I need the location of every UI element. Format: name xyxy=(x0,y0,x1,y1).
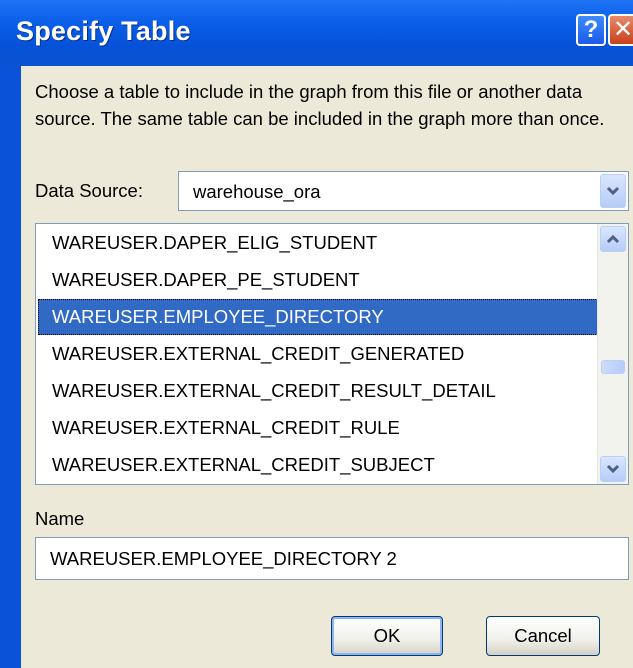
table-list[interactable]: WAREUSER.DAPER_ELIG_STUDENT WAREUSER.DAPE… xyxy=(35,223,629,485)
help-button[interactable]: ? xyxy=(576,14,606,46)
table-list-item[interactable]: WAREUSER.DAPER_PE_STUDENT xyxy=(38,262,598,298)
name-input[interactable] xyxy=(35,537,629,580)
specify-table-dialog: Specify Table ? ✕ Choose a table to incl… xyxy=(0,0,633,668)
table-list-item[interactable]: WAREUSER.DAPER_ELIG_STUDENT xyxy=(38,225,598,261)
data-source-value: warehouse_ora xyxy=(193,181,321,202)
chevron-down-icon xyxy=(606,464,620,474)
ok-button[interactable]: OK xyxy=(331,616,443,656)
scroll-down-button[interactable] xyxy=(600,456,626,482)
name-label: Name xyxy=(35,508,85,529)
dialog-title: Specify Table xyxy=(16,16,191,46)
table-list-item[interactable]: WAREUSER.EXTERNAL_CREDIT_RULE xyxy=(38,410,598,446)
table-list-item[interactable]: WAREUSER.EXTERNAL_CREDIT_SUBJECT xyxy=(38,447,598,483)
data-source-dropdown-button[interactable] xyxy=(600,174,626,208)
close-button[interactable]: ✕ xyxy=(608,14,633,46)
chevron-up-icon xyxy=(606,234,620,244)
table-list-item[interactable]: WAREUSER.EXTERNAL_CREDIT_GENERATED xyxy=(38,336,598,372)
help-icon: ? xyxy=(583,16,599,43)
title-bar[interactable]: Specify Table ? ✕ xyxy=(0,0,633,66)
scroll-up-button[interactable] xyxy=(600,226,626,252)
chevron-down-icon xyxy=(606,186,620,196)
table-list-item[interactable]: WAREUSER.EMPLOYEE_DIRECTORY xyxy=(38,299,598,335)
dialog-description: Choose a table to include in the graph f… xyxy=(35,81,605,129)
cancel-button[interactable]: Cancel xyxy=(486,616,600,656)
table-list-item[interactable]: WAREUSER.EXTERNAL_CREDIT_RESULT_DETAIL xyxy=(38,373,598,409)
data-source-select[interactable]: warehouse_ora xyxy=(178,171,629,211)
table-list-scrollbar[interactable] xyxy=(597,224,628,484)
close-icon: ✕ xyxy=(612,16,633,43)
scrollbar-thumb[interactable] xyxy=(601,360,625,374)
data-source-label: Data Source: xyxy=(35,180,143,201)
